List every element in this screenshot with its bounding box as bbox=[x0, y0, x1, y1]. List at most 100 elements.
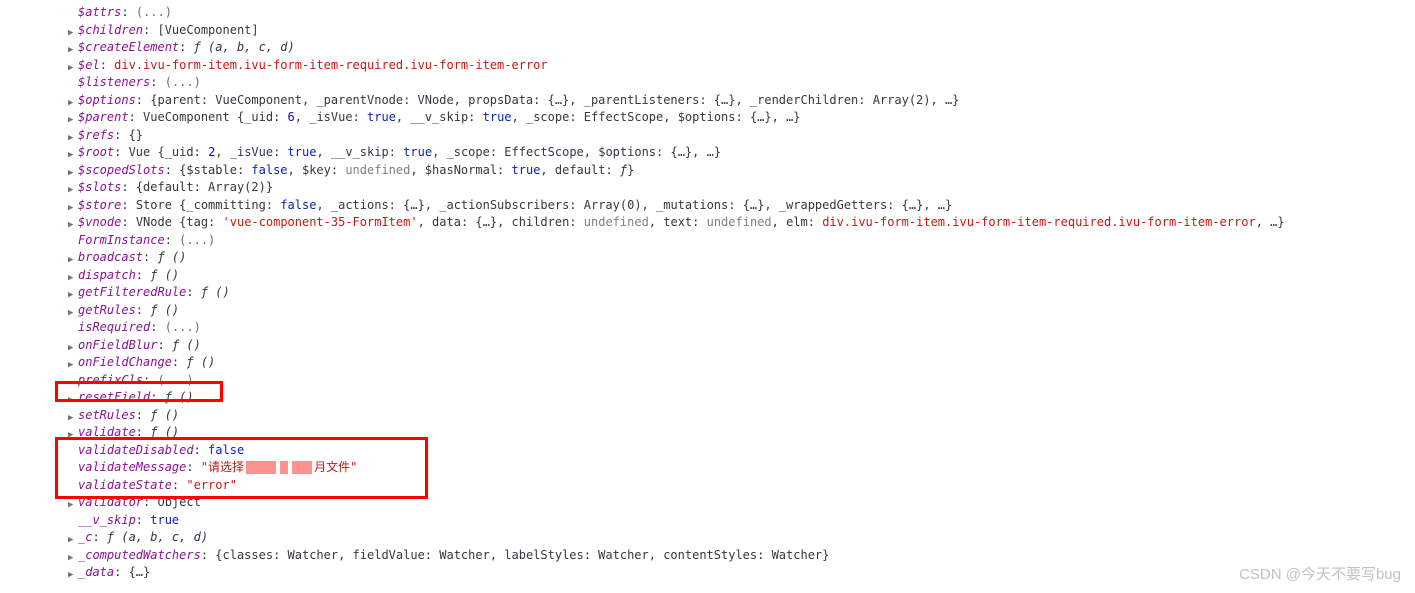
prop-value: VNode {tag: 'vue-component-35-FormItem',… bbox=[136, 215, 1285, 229]
prop-value: ƒ () bbox=[150, 408, 179, 422]
prop-key: $listeners bbox=[78, 75, 165, 89]
prop-value: ƒ () bbox=[157, 250, 186, 264]
prop-value: ƒ (a, b, c, d) bbox=[107, 530, 208, 544]
prop-key: validateState bbox=[78, 478, 186, 492]
prop-key: $el bbox=[78, 58, 114, 72]
prop-value: (...) bbox=[179, 233, 215, 247]
prop-key: $refs bbox=[78, 128, 129, 142]
prop-key: $root bbox=[78, 145, 129, 159]
prop-row[interactable]: ▶onFieldChangeƒ () bbox=[0, 354, 1415, 372]
prop-row[interactable]: ▶$scopedSlots{$stable: false, $key: unde… bbox=[0, 162, 1415, 180]
prop-row[interactable]: ▶getRulesƒ () bbox=[0, 302, 1415, 320]
prop-value: "error" bbox=[186, 478, 237, 492]
prop-row[interactable]: ▶$options{parent: VueComponent, _parentV… bbox=[0, 92, 1415, 110]
prop-key: _c bbox=[78, 530, 107, 544]
prop-row[interactable]: ▶broadcastƒ () bbox=[0, 249, 1415, 267]
prop-key: FormInstance bbox=[78, 233, 179, 247]
prop-value: false bbox=[208, 443, 244, 457]
prop-row[interactable]: FormInstance(...) bbox=[0, 232, 1415, 250]
prop-value: ƒ () bbox=[150, 303, 179, 317]
prop-row[interactable]: ▶$slots{default: Array(2)} bbox=[0, 179, 1415, 197]
prop-value: {$stable: false, $key: undefined, $hasNo… bbox=[179, 163, 634, 177]
prop-key: $vnode bbox=[78, 215, 136, 229]
prop-value: ƒ () bbox=[165, 390, 194, 404]
prop-value: {…} bbox=[129, 565, 151, 579]
prop-key: $slots bbox=[78, 180, 136, 194]
prop-key: validator bbox=[78, 495, 157, 509]
prop-row[interactable]: isRequired(...) bbox=[0, 319, 1415, 337]
prop-row[interactable]: ▶$createElementƒ (a, b, c, d) bbox=[0, 39, 1415, 57]
prop-value: ƒ () bbox=[186, 355, 215, 369]
prop-key: $options bbox=[78, 93, 150, 107]
prop-row[interactable]: ▶$storeStore {_committing: false, _actio… bbox=[0, 197, 1415, 215]
prop-value: VueComponent {_uid: 6, _isVue: true, __v… bbox=[143, 110, 800, 124]
prop-row[interactable]: ▶ _data{…} bbox=[0, 564, 1415, 582]
expand-icon[interactable]: ▶ bbox=[68, 567, 73, 585]
prop-key: __v_skip bbox=[78, 513, 150, 527]
prop-row[interactable]: ▶resetFieldƒ () bbox=[0, 389, 1415, 407]
prop-key: dispatch bbox=[78, 268, 150, 282]
prop-row[interactable]: prefixCls(...) bbox=[0, 372, 1415, 390]
object-tree[interactable]: $attrs(...)▶$children[VueComponent]▶$cre… bbox=[0, 4, 1415, 582]
prop-key: _data bbox=[78, 565, 129, 579]
prop-row[interactable]: ▶_computedWatchers{classes: Watcher, fie… bbox=[0, 547, 1415, 565]
prop-row[interactable]: ▶$vnodeVNode {tag: 'vue-component-35-For… bbox=[0, 214, 1415, 232]
prop-key: $parent bbox=[78, 110, 143, 124]
prop-value: {} bbox=[129, 128, 143, 142]
prop-row[interactable]: ▶validatorObject bbox=[0, 494, 1415, 512]
prop-row[interactable]: validateState"error" bbox=[0, 477, 1415, 495]
prop-value: ƒ (a, b, c, d) bbox=[194, 40, 295, 54]
prop-key: validate bbox=[78, 425, 150, 439]
prop-value: "请选择月文件" bbox=[201, 460, 357, 474]
prop-value: (...) bbox=[165, 320, 201, 334]
prop-row[interactable]: $attrs(...) bbox=[0, 4, 1415, 22]
prop-value: {default: Array(2)} bbox=[136, 180, 273, 194]
prop-key: validateMessage bbox=[78, 460, 201, 474]
prop-row[interactable]: ▶_cƒ (a, b, c, d) bbox=[0, 529, 1415, 547]
prop-row[interactable]: ▶$children[VueComponent] bbox=[0, 22, 1415, 40]
prop-row[interactable]: validateDisabledfalse bbox=[0, 442, 1415, 460]
prop-key: prefixCls bbox=[78, 373, 157, 387]
prop-key: onFieldChange bbox=[78, 355, 186, 369]
prop-row[interactable]: ▶$rootVue {_uid: 2, _isVue: true, __v_sk… bbox=[0, 144, 1415, 162]
prop-row[interactable]: ▶$parentVueComponent {_uid: 6, _isVue: t… bbox=[0, 109, 1415, 127]
prop-value: (...) bbox=[157, 373, 193, 387]
prop-value: [VueComponent] bbox=[157, 23, 258, 37]
prop-value: ƒ () bbox=[172, 338, 201, 352]
prop-key: getFilteredRule bbox=[78, 285, 201, 299]
prop-value: true bbox=[150, 513, 179, 527]
prop-row[interactable]: ▶getFilteredRuleƒ () bbox=[0, 284, 1415, 302]
prop-row[interactable]: ▶$refs{} bbox=[0, 127, 1415, 145]
prop-key: $attrs bbox=[78, 5, 136, 19]
prop-value: (...) bbox=[165, 75, 201, 89]
prop-value: {parent: VueComponent, _parentVnode: VNo… bbox=[150, 93, 959, 107]
prop-key: isRequired bbox=[78, 320, 165, 334]
prop-key: setRules bbox=[78, 408, 150, 422]
prop-row[interactable]: validateMessage"请选择月文件" bbox=[0, 459, 1415, 477]
prop-value: Object bbox=[157, 495, 200, 509]
prop-row[interactable]: ▶onFieldBlurƒ () bbox=[0, 337, 1415, 355]
prop-value: ƒ () bbox=[150, 425, 179, 439]
prop-key: $children bbox=[78, 23, 157, 37]
prop-row[interactable]: ▶$eldiv.ivu-form-item.ivu-form-item-requ… bbox=[0, 57, 1415, 75]
prop-key: getRules bbox=[78, 303, 150, 317]
prop-key: onFieldBlur bbox=[78, 338, 172, 352]
prop-row[interactable]: ▶setRulesƒ () bbox=[0, 407, 1415, 425]
prop-value: {classes: Watcher, fieldValue: Watcher, … bbox=[215, 548, 829, 562]
prop-value: ƒ () bbox=[150, 268, 179, 282]
prop-value: (...) bbox=[136, 5, 172, 19]
prop-value: div.ivu-form-item.ivu-form-item-required… bbox=[114, 58, 547, 72]
prop-row[interactable]: __v_skiptrue bbox=[0, 512, 1415, 530]
prop-value: Vue {_uid: 2, _isVue: true, __v_skip: tr… bbox=[129, 145, 721, 159]
prop-key: $scopedSlots bbox=[78, 163, 179, 177]
prop-value: ƒ () bbox=[201, 285, 230, 299]
prop-row[interactable]: ▶dispatchƒ () bbox=[0, 267, 1415, 285]
prop-row[interactable]: $listeners(...) bbox=[0, 74, 1415, 92]
prop-row[interactable]: ▶validateƒ () bbox=[0, 424, 1415, 442]
prop-key: validateDisabled bbox=[78, 443, 208, 457]
prop-key: resetField bbox=[78, 390, 165, 404]
prop-key: broadcast bbox=[78, 250, 157, 264]
prop-value: Store {_committing: false, _actions: {…}… bbox=[136, 198, 952, 212]
prop-key: $store bbox=[78, 198, 136, 212]
prop-key: $createElement bbox=[78, 40, 194, 54]
